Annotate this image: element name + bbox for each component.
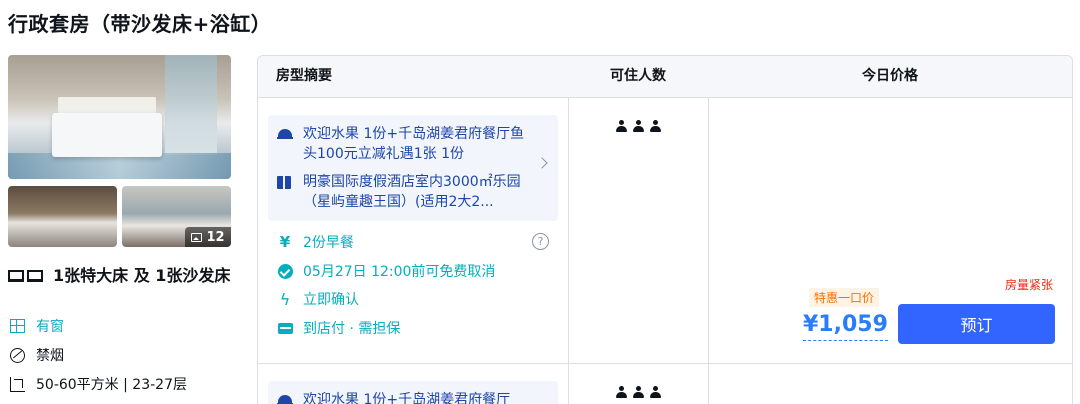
deal-tag: 特惠一口价 (809, 288, 880, 307)
perk-free-cancel: 05月27日 12:00前可免费取消 (277, 261, 495, 281)
feature-label: 50-60平方米 | 23-27层 (36, 377, 187, 393)
person-icon (649, 120, 661, 132)
book-button[interactable]: 预订 (898, 304, 1055, 344)
help-icon[interactable]: ? (532, 233, 549, 250)
no-smoking-icon (9, 347, 25, 363)
room-photo-thumb[interactable] (8, 186, 117, 247)
room-title: 行政套房（带沙发床+浴缸） (8, 12, 272, 36)
rate-table: 房型摘要 可住人数 今日价格 欢迎水果 1份+千岛湖姜君府餐厅鱼头100元立减礼… (257, 55, 1073, 404)
header-price: 今日价格 (862, 68, 918, 84)
card-icon (277, 322, 293, 334)
price[interactable]: ¥1,059 (803, 310, 888, 341)
bed-description: 1张特大床 及 1张沙发床 (53, 266, 231, 285)
photo-count: 12 (206, 229, 225, 245)
gift-icon (277, 176, 291, 189)
rate-row: 欢迎水果 1份+千岛湖姜君府餐厅 (258, 363, 1072, 404)
guest-capacity (568, 386, 708, 398)
photo-count-badge: 12 (185, 227, 231, 247)
promo-item: 欢迎水果 1份+千岛湖姜君府餐厅鱼头100元立减礼遇1张 1份 (277, 124, 533, 164)
rate-row: 欢迎水果 1份+千岛湖姜君府餐厅鱼头100元立减礼遇1张 1份 明豪国际度假酒店… (258, 97, 1072, 363)
check-circle-icon (277, 263, 293, 279)
perk-text: 2份早餐 (303, 235, 354, 251)
header-guests: 可住人数 (610, 68, 666, 84)
image-icon (191, 232, 203, 242)
feature-no-smoking: 禁烟 (8, 345, 64, 365)
guest-capacity (568, 120, 708, 132)
person-icon (632, 120, 644, 132)
chevron-right-icon[interactable] (536, 157, 548, 169)
dining-dome-icon (277, 393, 293, 404)
perk-text[interactable]: 到店付 · 需担保 (303, 318, 400, 338)
perk-instant-confirm: ϟ 立即确认 (277, 289, 359, 309)
fork-knife-icon: ¥ (279, 233, 291, 251)
feature-area: 50-60平方米 | 23-27层 (8, 374, 187, 394)
room-photo-thumb[interactable]: 12 (122, 186, 231, 247)
promo-text: 欢迎水果 1份+千岛湖姜君府餐厅 (303, 392, 511, 404)
person-icon (649, 386, 661, 398)
area-icon (9, 376, 25, 392)
perk-breakfast: ¥ 2份早餐 (277, 232, 354, 252)
lightning-icon: ϟ (279, 289, 291, 309)
perk-text: 立即确认 (303, 292, 359, 308)
promo-box[interactable]: 欢迎水果 1份+千岛湖姜君府餐厅 (268, 381, 558, 404)
scarcity-label: 房量紧张 (1004, 278, 1053, 292)
promo-box[interactable]: 欢迎水果 1份+千岛湖姜君府餐厅鱼头100元立减礼遇1张 1份 明豪国际度假酒店… (268, 115, 558, 221)
promo-item: 明豪国际度假酒店室内3000㎡乐园（星屿童趣王国）(适用2大2... (277, 172, 533, 212)
feature-label: 有窗 (36, 319, 64, 335)
promo-text: 明豪国际度假酒店室内3000㎡乐园（星屿童趣王国）(适用2大2... (303, 174, 521, 210)
table-header: 房型摘要 可住人数 今日价格 (258, 56, 1072, 97)
perk-pay-at-hotel: 到店付 · 需担保 (277, 318, 400, 338)
perk-text[interactable]: 05月27日 12:00前可免费取消 (303, 261, 495, 281)
dining-dome-icon (277, 127, 293, 141)
header-summary: 房型摘要 (276, 68, 332, 84)
feature-label: 禁烟 (36, 348, 64, 364)
person-icon (632, 386, 644, 398)
feature-window: 有窗 (8, 316, 64, 336)
window-icon (9, 319, 25, 333)
room-photo-gallery[interactable]: 12 (8, 55, 231, 247)
bed-info: 1张特大床 及 1张沙发床 (8, 264, 233, 288)
room-photo-main[interactable] (8, 55, 231, 179)
person-icon (615, 120, 627, 132)
promo-item: 欢迎水果 1份+千岛湖姜君府餐厅 (277, 390, 533, 404)
bed-icon (8, 269, 44, 282)
person-icon (615, 386, 627, 398)
promo-text: 欢迎水果 1份+千岛湖姜君府餐厅鱼头100元立减礼遇1张 1份 (303, 126, 525, 162)
